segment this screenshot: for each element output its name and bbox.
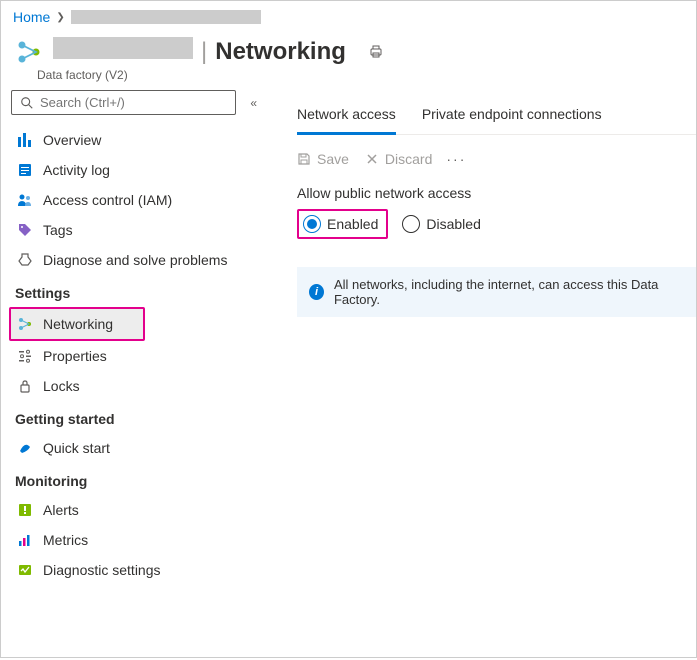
radio-disabled[interactable]: Disabled bbox=[402, 215, 480, 233]
tabs: Network access Private endpoint connecti… bbox=[297, 106, 696, 135]
breadcrumb-home[interactable]: Home bbox=[13, 9, 50, 25]
nav-access-control[interactable]: Access control (IAM) bbox=[11, 185, 269, 215]
collapse-sidebar-button[interactable]: « bbox=[246, 92, 261, 114]
nav-label: Access control (IAM) bbox=[43, 192, 172, 208]
allow-public-label: Allow public network access bbox=[297, 185, 696, 201]
highlight-networking: Networking bbox=[9, 307, 145, 341]
discard-icon bbox=[365, 152, 379, 166]
discard-label: Discard bbox=[385, 151, 432, 167]
nav-label: Tags bbox=[43, 222, 73, 238]
chevron-right-icon: ❯ bbox=[56, 12, 64, 23]
radio-enabled-label: Enabled bbox=[327, 216, 378, 232]
radio-disabled-label: Disabled bbox=[426, 216, 480, 232]
page-title: Networking bbox=[215, 38, 346, 66]
search-box[interactable] bbox=[11, 90, 236, 115]
save-label: Save bbox=[317, 151, 349, 167]
nav-tags[interactable]: Tags bbox=[11, 215, 269, 245]
tab-network-access[interactable]: Network access bbox=[297, 106, 396, 135]
info-text: All networks, including the internet, ca… bbox=[334, 277, 684, 307]
diagnostic-settings-icon bbox=[17, 562, 33, 578]
data-factory-icon bbox=[15, 38, 43, 66]
radio-circle-icon bbox=[402, 215, 420, 233]
toolbar: Save Discard ··· bbox=[297, 151, 696, 167]
search-icon bbox=[20, 96, 34, 110]
resource-type-label: Data factory (V2) bbox=[37, 68, 696, 82]
access-control-icon bbox=[17, 192, 33, 208]
nav-alerts[interactable]: Alerts bbox=[11, 495, 269, 525]
nav-properties[interactable]: Properties bbox=[11, 341, 269, 371]
nav-label: Overview bbox=[43, 132, 101, 148]
search-input[interactable] bbox=[40, 95, 227, 110]
nav-section-getting-started: Getting started bbox=[11, 401, 269, 433]
nav-label: Alerts bbox=[43, 502, 79, 518]
nav-metrics[interactable]: Metrics bbox=[11, 525, 269, 555]
breadcrumb-resource-redacted bbox=[71, 10, 261, 24]
radio-circle-icon bbox=[303, 215, 321, 233]
sidebar: « Overview Activity log Access control (… bbox=[1, 82, 269, 660]
nav-label: Locks bbox=[43, 378, 80, 394]
discard-button[interactable]: Discard bbox=[365, 151, 432, 167]
nav-section-monitoring: Monitoring bbox=[11, 463, 269, 495]
main-content: Network access Private endpoint connecti… bbox=[269, 82, 696, 660]
alerts-icon bbox=[17, 502, 33, 518]
nav-section-settings: Settings bbox=[11, 275, 269, 307]
nav-overview[interactable]: Overview bbox=[11, 125, 269, 155]
page-header: | Networking bbox=[1, 33, 696, 70]
nav-label: Networking bbox=[43, 316, 113, 332]
nav-label: Diagnostic settings bbox=[43, 562, 161, 578]
public-access-radio-group: Enabled Disabled bbox=[297, 209, 696, 239]
networking-icon bbox=[17, 316, 33, 332]
nav-locks[interactable]: Locks bbox=[11, 371, 269, 401]
nav-networking[interactable]: Networking bbox=[11, 309, 143, 339]
nav-label: Properties bbox=[43, 348, 107, 364]
resource-name-redacted bbox=[53, 37, 193, 59]
more-actions-button[interactable]: ··· bbox=[446, 151, 466, 167]
breadcrumb: Home ❯ bbox=[1, 1, 696, 33]
save-button[interactable]: Save bbox=[297, 151, 349, 167]
print-icon[interactable] bbox=[368, 43, 384, 62]
radio-enabled[interactable]: Enabled bbox=[303, 215, 378, 233]
nav-label: Metrics bbox=[43, 532, 88, 548]
tab-private-endpoint[interactable]: Private endpoint connections bbox=[422, 106, 602, 134]
tags-icon bbox=[17, 222, 33, 238]
activity-log-icon bbox=[17, 162, 33, 178]
overview-icon bbox=[17, 132, 33, 148]
nav-quick-start[interactable]: Quick start bbox=[11, 433, 269, 463]
nav-activity-log[interactable]: Activity log bbox=[11, 155, 269, 185]
nav-diagnose[interactable]: Diagnose and solve problems bbox=[11, 245, 269, 275]
quick-start-icon bbox=[17, 440, 33, 456]
info-icon: i bbox=[309, 284, 324, 300]
nav-label: Quick start bbox=[43, 440, 110, 456]
properties-icon bbox=[17, 348, 33, 364]
locks-icon bbox=[17, 378, 33, 394]
metrics-icon bbox=[17, 532, 33, 548]
header-separator: | bbox=[201, 38, 207, 66]
save-icon bbox=[297, 152, 311, 166]
nav-label: Diagnose and solve problems bbox=[43, 252, 227, 268]
diagnose-icon bbox=[17, 252, 33, 268]
info-box: i All networks, including the internet, … bbox=[297, 267, 696, 317]
nav-diagnostic-settings[interactable]: Diagnostic settings bbox=[11, 555, 269, 585]
highlight-enabled-option: Enabled bbox=[297, 209, 388, 239]
nav-label: Activity log bbox=[43, 162, 110, 178]
